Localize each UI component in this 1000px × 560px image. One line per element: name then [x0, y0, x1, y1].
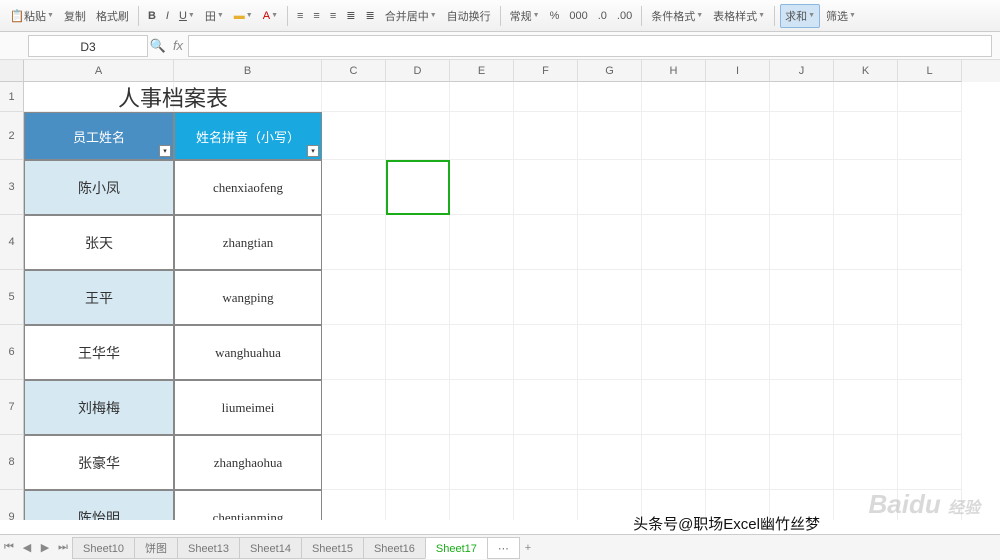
column-header-D[interactable]: D: [386, 60, 450, 82]
align-center-button[interactable]: ≡: [309, 4, 323, 28]
paste-icon: 📋: [10, 9, 24, 23]
add-sheet-button[interactable]: +: [519, 538, 537, 558]
cell-pinyin[interactable]: liumeimei: [174, 380, 322, 435]
next-sheet-button[interactable]: ▶: [36, 538, 54, 558]
cell-name[interactable]: 陈怡明: [24, 490, 174, 520]
row-header-9[interactable]: 9: [0, 490, 24, 520]
row-header-7[interactable]: 7: [0, 380, 24, 435]
filter-button[interactable]: 筛选▼: [822, 4, 860, 28]
header-pinyin[interactable]: 姓名拼音（小写）▾: [174, 112, 322, 160]
column-header-A[interactable]: A: [24, 60, 174, 82]
formula-input[interactable]: [188, 35, 992, 57]
row-headers: 123456789: [0, 82, 24, 520]
spreadsheet-grid[interactable]: ABCDEFGHIJKL 123456789 人事档案表员工姓名▾姓名拼音（小写…: [0, 60, 1000, 520]
first-sheet-button[interactable]: ⏮: [0, 538, 18, 558]
row-header-6[interactable]: 6: [0, 325, 24, 380]
column-header-K[interactable]: K: [834, 60, 898, 82]
column-header-L[interactable]: L: [898, 60, 962, 82]
fill-icon: ▬: [234, 10, 245, 22]
last-sheet-button[interactable]: ⏭: [54, 538, 72, 558]
caption-text: 头条号@职场Excel幽竹丝梦: [633, 513, 820, 534]
cell-pinyin[interactable]: wangping: [174, 270, 322, 325]
format-painter-button[interactable]: 格式刷: [92, 4, 133, 28]
sheet-tab[interactable]: Sheet14: [239, 537, 302, 559]
column-header-J[interactable]: J: [770, 60, 834, 82]
fx-icon[interactable]: fx: [168, 38, 188, 53]
merge-center-button[interactable]: 合并居中▼: [381, 4, 441, 28]
underline-button[interactable]: U▼: [175, 4, 199, 28]
cell-name[interactable]: 张豪华: [24, 435, 174, 490]
italic-button[interactable]: I: [162, 4, 173, 28]
filter-icon[interactable]: ▾: [307, 145, 319, 157]
table-style-button[interactable]: 表格样式▼: [709, 4, 769, 28]
column-header-E[interactable]: E: [450, 60, 514, 82]
column-header-G[interactable]: G: [578, 60, 642, 82]
sheet-tab[interactable]: Sheet10: [72, 537, 135, 559]
wrap-text-button[interactable]: 自动换行: [443, 4, 495, 28]
align-top-button[interactable]: ≣: [342, 4, 359, 28]
prev-sheet-button[interactable]: ◀: [18, 538, 36, 558]
paste-button[interactable]: 📋粘贴▼: [6, 4, 58, 28]
comma-button[interactable]: 000: [565, 4, 591, 28]
inc-decimal-button[interactable]: .0: [594, 4, 611, 28]
select-all-corner[interactable]: [0, 60, 24, 82]
cell-pinyin[interactable]: zhangtian: [174, 215, 322, 270]
row-header-4[interactable]: 4: [0, 215, 24, 270]
ribbon-toolbar: 📋粘贴▼ 复制 格式刷 B I U▼ 田▼ ▬▼ A▼ ≡ ≡ ≡ ≣ ≣ 合并…: [0, 0, 1000, 32]
active-cell[interactable]: [386, 160, 450, 215]
copy-button[interactable]: 复制: [60, 4, 90, 28]
column-headers: ABCDEFGHIJKL: [24, 60, 1000, 82]
cell-name[interactable]: 王华华: [24, 325, 174, 380]
percent-button[interactable]: %: [546, 4, 564, 28]
font-color-button[interactable]: A▼: [259, 4, 282, 28]
sheet-tab-bar: ⏮ ◀ ▶ ⏭ Sheet10饼图Sheet13Sheet14Sheet15Sh…: [0, 534, 1000, 560]
column-header-I[interactable]: I: [706, 60, 770, 82]
cells-area[interactable]: 人事档案表员工姓名▾姓名拼音（小写）▾陈小凤chenxiaofeng张天zhan…: [24, 82, 1000, 520]
number-format-button[interactable]: 常规▼: [506, 4, 544, 28]
column-header-C[interactable]: C: [322, 60, 386, 82]
cell-pinyin[interactable]: chenxiaofeng: [174, 160, 322, 215]
sheet-tab[interactable]: Sheet16: [363, 537, 426, 559]
filter-icon[interactable]: ▾: [159, 145, 171, 157]
cell-name[interactable]: 张天: [24, 215, 174, 270]
border-button[interactable]: 田▼: [201, 4, 228, 28]
column-header-H[interactable]: H: [642, 60, 706, 82]
column-header-B[interactable]: B: [174, 60, 322, 82]
formula-bar: D3 🔍 fx: [0, 32, 1000, 60]
row-header-2[interactable]: 2: [0, 112, 24, 160]
row-header-1[interactable]: 1: [0, 82, 24, 112]
bold-button[interactable]: B: [144, 4, 160, 28]
sheet-tab[interactable]: Sheet13: [177, 537, 240, 559]
column-header-F[interactable]: F: [514, 60, 578, 82]
table-title: 人事档案表: [24, 82, 322, 112]
cell-pinyin[interactable]: chentianming: [174, 490, 322, 520]
cell-name[interactable]: 王平: [24, 270, 174, 325]
cond-format-button[interactable]: 条件格式▼: [647, 4, 707, 28]
cell-pinyin[interactable]: zhanghaohua: [174, 435, 322, 490]
cell-pinyin[interactable]: wanghuahua: [174, 325, 322, 380]
dec-decimal-button[interactable]: .00: [613, 4, 636, 28]
name-box[interactable]: D3: [28, 35, 148, 57]
align-bottom-button[interactable]: ≣: [361, 4, 378, 28]
sheet-tab[interactable]: 饼图: [134, 537, 178, 559]
sheet-menu-button[interactable]: ⋯: [487, 537, 520, 559]
sheet-tab[interactable]: Sheet15: [301, 537, 364, 559]
row-header-8[interactable]: 8: [0, 435, 24, 490]
sheet-tab[interactable]: Sheet17: [425, 537, 488, 559]
align-left-button[interactable]: ≡: [293, 4, 307, 28]
watermark-brand: Baidu 经验: [869, 489, 980, 520]
cell-name[interactable]: 刘梅梅: [24, 380, 174, 435]
row-header-3[interactable]: 3: [0, 160, 24, 215]
header-name[interactable]: 员工姓名▾: [24, 112, 174, 160]
cell-name[interactable]: 陈小凤: [24, 160, 174, 215]
search-icon[interactable]: 🔍: [148, 38, 168, 54]
row-header-5[interactable]: 5: [0, 270, 24, 325]
sum-button[interactable]: 求和▼: [780, 4, 820, 28]
align-right-button[interactable]: ≡: [326, 4, 340, 28]
fill-color-button[interactable]: ▬▼: [230, 4, 257, 28]
